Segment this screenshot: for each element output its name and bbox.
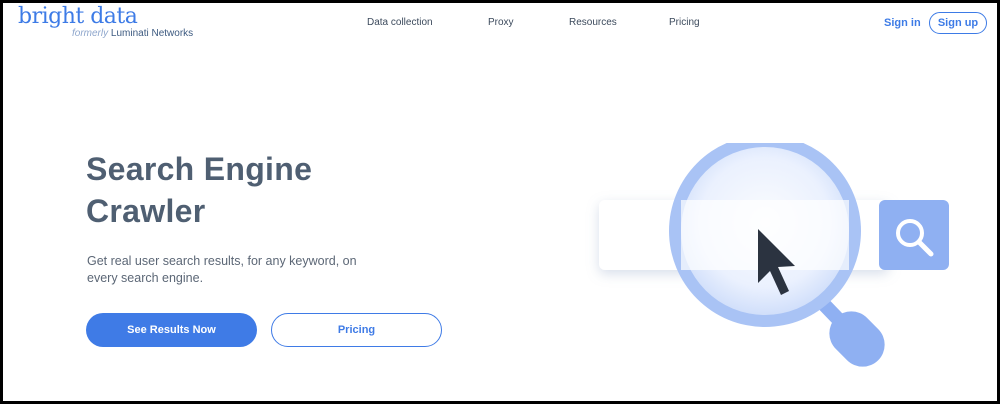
page-frame: bright data formerly Luminati Networks D… [3,3,997,401]
main-nav: Data collection Proxy Resources Pricing [3,17,997,33]
nav-item-proxy[interactable]: Proxy [488,17,514,28]
pricing-button[interactable]: Pricing [271,313,442,347]
header: bright data formerly Luminati Networks D… [3,3,997,47]
search-button-illustration [879,200,949,270]
title-line-1: Search Engine [86,151,313,187]
hero-description: Get real user search results, for any ke… [87,254,357,285]
nav-item-data-collection[interactable]: Data collection [367,17,433,28]
see-results-button[interactable]: See Results Now [86,313,257,347]
nav-item-pricing[interactable]: Pricing [669,17,700,28]
search-illustration [599,143,949,367]
sign-up-button[interactable]: Sign up [929,12,987,34]
title-line-2: Crawler [86,193,206,229]
sign-in-link[interactable]: Sign in [884,17,921,29]
nav-item-resources[interactable]: Resources [569,17,617,28]
page-title: Search Engine Crawler [86,148,406,232]
